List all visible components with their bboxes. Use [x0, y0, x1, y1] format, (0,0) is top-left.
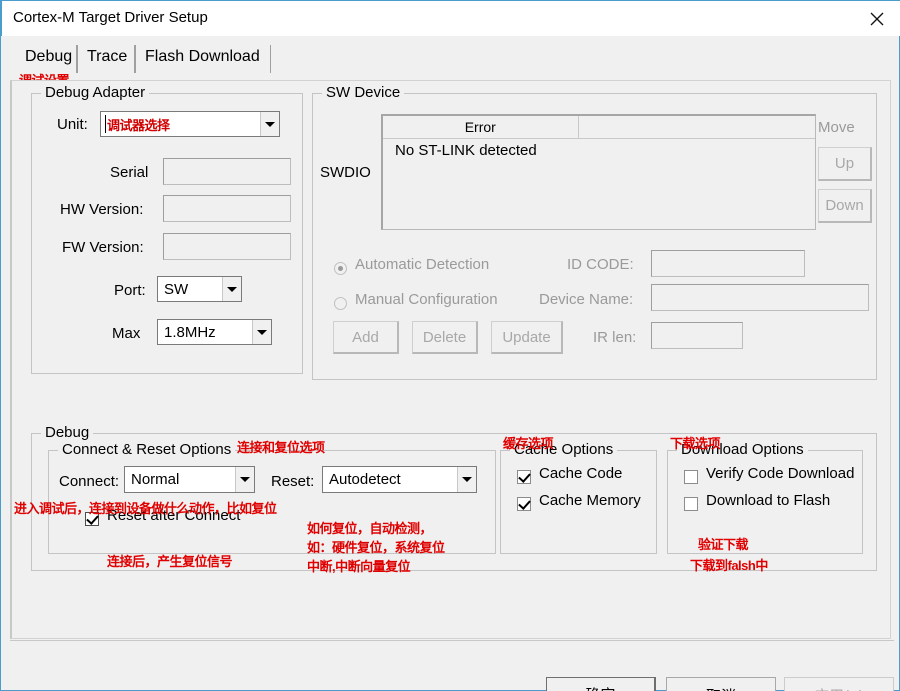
- cache-memory-checkbox[interactable]: [517, 497, 531, 511]
- cache-code-checkbox[interactable]: [517, 470, 531, 484]
- cache-code-label: Cache Code: [539, 465, 623, 482]
- annotation-download-options-title: 下载选项: [670, 436, 721, 451]
- download-to-flash-label: Download to Flash: [706, 492, 831, 509]
- connect-combo[interactable]: Normal: [124, 466, 255, 493]
- max-label: Max: [112, 325, 141, 342]
- tab-flash-download-label: Flash Download: [145, 48, 260, 65]
- footer-separator: [10, 640, 894, 641]
- ok-button-label: 确定: [585, 684, 615, 691]
- chevron-down-icon[interactable]: [260, 112, 279, 136]
- manual-configuration-radio[interactable]: [334, 297, 347, 310]
- dialog-client-area: Debug Trace Flash Download 调试设置 Debug Ad…: [2, 36, 899, 691]
- port-combo[interactable]: SW: [157, 276, 242, 302]
- update-device-label: Update: [502, 328, 551, 346]
- window-title: Cortex-M Target Driver Setup: [13, 9, 208, 26]
- max-clock-value: 1.8MHz: [164, 323, 216, 341]
- annotation-verify-download: 验证下载: [698, 537, 749, 552]
- reset-label: Reset:: [271, 473, 315, 490]
- verify-code-download-checkbox[interactable]: [684, 470, 698, 484]
- tab-flash-download[interactable]: Flash Download: [135, 45, 271, 73]
- device-list-column-error[interactable]: Error: [383, 116, 579, 139]
- device-name-label: Device Name:: [539, 291, 634, 308]
- debug-adapter-title: Debug Adapter: [41, 84, 150, 101]
- connect-label: Connect:: [59, 473, 120, 490]
- tab-trace-label: Trace: [87, 48, 128, 65]
- cache-memory-label: Cache Memory: [539, 492, 641, 509]
- connect-combo-value: Normal: [131, 471, 180, 488]
- move-down-button[interactable]: Down: [818, 189, 872, 223]
- move-up-button[interactable]: Up: [818, 147, 872, 181]
- id-code-label: ID CODE:: [567, 256, 634, 273]
- annotation-reset-after-connect: 连接后，产生复位信号: [107, 554, 233, 569]
- chevron-down-icon[interactable]: [235, 467, 254, 492]
- fw-version-label: FW Version:: [62, 239, 144, 256]
- title-bar: Cortex-M Target Driver Setup: [1, 0, 900, 36]
- fw-version-field[interactable]: [163, 233, 291, 260]
- unit-text-caret: [105, 115, 106, 133]
- hw-version-label: HW Version:: [60, 201, 144, 218]
- ok-button[interactable]: 确定: [546, 677, 656, 691]
- sw-device-title: SW Device: [322, 84, 405, 101]
- cancel-button-label: 取消: [706, 685, 736, 691]
- chevron-down-icon[interactable]: [252, 320, 271, 344]
- apply-button-label: 应用(A): [814, 685, 864, 691]
- tab-trace[interactable]: Trace: [77, 45, 135, 73]
- sw-device-group: SW Device SWDIO Error No ST-LINK detecte…: [312, 84, 877, 380]
- move-up-label: Up: [834, 155, 855, 172]
- debug-group-title: Debug: [41, 424, 94, 441]
- hw-version-field[interactable]: [163, 195, 291, 222]
- download-options-group: Download Options Verify Code Download Do…: [667, 441, 863, 554]
- target-driver-setup-dialog: Cortex-M Target Driver Setup Debug Trace…: [0, 0, 900, 691]
- cancel-button[interactable]: 取消: [666, 677, 776, 691]
- port-combo-value: SW: [164, 280, 189, 298]
- annotation-download-to-flash: 下载到falsh中: [690, 558, 768, 573]
- delete-device-label: Delete: [422, 328, 467, 346]
- device-list[interactable]: Error No ST-LINK detected: [381, 114, 816, 230]
- move-label: Move: [818, 119, 855, 136]
- unit-combo[interactable]: 调试器选择: [100, 111, 280, 137]
- manual-configuration-label: Manual Configuration: [355, 291, 498, 308]
- max-clock-combo[interactable]: 1.8MHz: [157, 319, 272, 345]
- chevron-down-icon[interactable]: [222, 277, 241, 301]
- debug-adapter-group: Debug Adapter Unit: 调试器选择 Serial HW Vers…: [31, 84, 303, 374]
- automatic-detection-label: Automatic Detection: [355, 256, 490, 273]
- verify-code-download-label: Verify Code Download: [706, 465, 855, 482]
- update-device-button[interactable]: Update: [491, 321, 563, 354]
- id-code-field[interactable]: [651, 250, 805, 277]
- annotation-cache-options-title: 缓存选项: [503, 436, 554, 451]
- cache-options-group: Cache Options Cache Code Cache Memory: [500, 441, 657, 554]
- annotation-reset-line-3: 中断,中断向量复位: [307, 559, 411, 574]
- ir-len-label: IR len:: [593, 329, 637, 346]
- unit-combo-value: 调试器选择: [107, 117, 170, 133]
- reset-combo-value: Autodetect: [329, 471, 401, 488]
- connect-reset-options-title: Connect & Reset Options: [58, 441, 236, 458]
- serial-label: Serial: [110, 164, 149, 181]
- table-row[interactable]: No ST-LINK detected: [383, 142, 537, 159]
- annotation-connect-reset-title: 连接和复位选项: [237, 440, 325, 455]
- tab-debug-label: Debug: [25, 48, 73, 65]
- reset-combo[interactable]: Autodetect: [322, 466, 477, 493]
- download-to-flash-checkbox[interactable]: [684, 497, 698, 511]
- debug-tab-panel: Debug Adapter Unit: 调试器选择 Serial HW Vers…: [10, 80, 891, 639]
- ir-len-field[interactable]: [651, 322, 743, 349]
- serial-field[interactable]: [163, 158, 291, 185]
- tab-debug[interactable]: Debug: [15, 45, 77, 73]
- device-name-field[interactable]: [651, 284, 869, 311]
- port-label: Port:: [114, 282, 146, 299]
- close-icon[interactable]: [854, 1, 900, 36]
- add-device-button[interactable]: Add: [333, 321, 399, 354]
- move-down-label: Down: [825, 197, 864, 214]
- chevron-down-icon[interactable]: [457, 467, 476, 492]
- swdio-label: SWDIO: [320, 164, 371, 181]
- unit-label: Unit:: [57, 116, 88, 133]
- delete-device-button[interactable]: Delete: [412, 321, 478, 354]
- annotation-connect-description: 进入调试后，连接到设备做什么动作，比如复位: [14, 501, 277, 516]
- apply-button[interactable]: 应用(A): [784, 677, 894, 691]
- add-device-label: Add: [352, 328, 379, 346]
- annotation-reset-line-1: 如何复位，自动检测，: [307, 521, 433, 536]
- automatic-detection-radio[interactable]: [334, 262, 347, 275]
- device-list-header: Error: [383, 116, 815, 139]
- annotation-reset-line-2: 如：硬件复位，系统复位: [307, 540, 445, 555]
- device-list-column-blank[interactable]: [578, 116, 815, 139]
